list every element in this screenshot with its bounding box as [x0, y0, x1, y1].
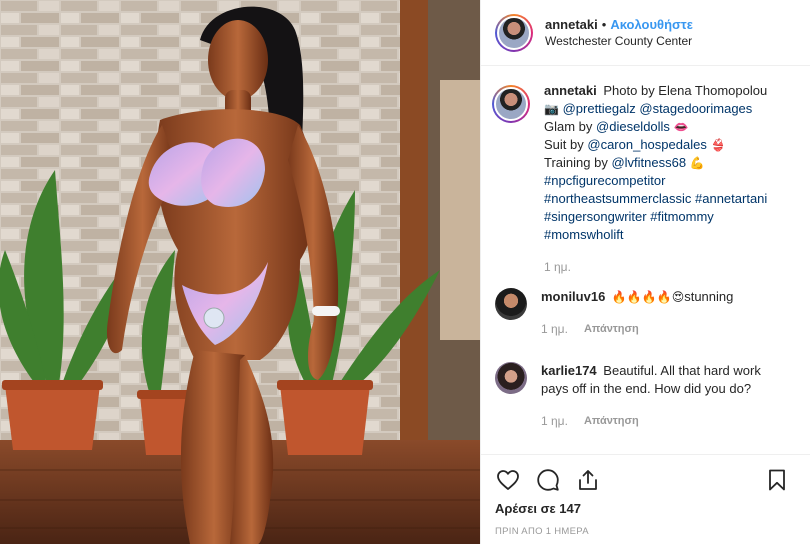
author-avatar[interactable]: [495, 13, 533, 52]
hashtag-link[interactable]: #northeastsummerclassic: [544, 191, 691, 206]
avatar-image: [497, 15, 531, 50]
caption-age[interactable]: 1 ημ.: [544, 258, 571, 276]
caption-meta: 1 ημ.: [544, 258, 794, 276]
camera-emoji-icon: 📷: [544, 102, 559, 116]
post-header: annetaki • Ακολουθήστε Westchester County …: [481, 0, 810, 66]
comment-text: stunning: [684, 289, 734, 304]
reply-button[interactable]: Απάντηση: [584, 412, 639, 430]
hashtag-link[interactable]: #momswholift: [544, 227, 623, 242]
reply-button[interactable]: Απάντηση: [584, 320, 639, 338]
share-icon[interactable]: [575, 467, 601, 493]
comment-meta: 1 ημ. Απάντηση: [541, 412, 791, 430]
training-tag-link[interactable]: @lvfitness68: [611, 155, 686, 170]
caption-body: annetaki Photo by Elena Thomopolou 📷 @pr…: [544, 82, 794, 276]
location-link[interactable]: Westchester County Center: [545, 33, 693, 50]
hashtag-link[interactable]: #singersongwriter: [544, 209, 647, 224]
photo-tags-link[interactable]: @prettiegalz @stagedoorimages: [563, 101, 753, 116]
commenter-avatar[interactable]: [495, 362, 527, 394]
author-username[interactable]: annetaki: [545, 17, 598, 32]
comment-username[interactable]: karlie174: [541, 363, 597, 378]
comment-username[interactable]: moniluv16: [541, 289, 605, 304]
post-sidebar: annetaki • Ακολουθήστε Westchester County …: [480, 0, 810, 544]
comment-body: moniluv16 🔥🔥🔥🔥😍stunning 1 ημ. Απάντηση: [541, 288, 791, 338]
post-timestamp[interactable]: ΠΡΙΝ ΑΠΟ 1 ΗΜΕΡΑ: [495, 526, 796, 537]
comment-meta: 1 ημ. Απάντηση: [541, 320, 791, 338]
header-text: annetaki • Ακολουθήστε Westchester County …: [545, 16, 693, 50]
avatar-image: [494, 87, 528, 121]
separator-dot: •: [601, 16, 607, 32]
glam-tag-link[interactable]: @dieseldolls: [596, 119, 670, 134]
bikini-emoji-icon: 👙: [710, 138, 726, 152]
muscle-emoji-icon: 💪: [689, 156, 705, 170]
follow-button[interactable]: Ακολουθήστε: [610, 17, 693, 32]
comments-list[interactable]: annetaki Photo by Elena Thomopolou 📷 @pr…: [481, 66, 810, 454]
training-prefix: Training by: [544, 155, 608, 170]
glam-prefix: Glam by: [544, 119, 593, 134]
suit-prefix: Suit by: [544, 137, 584, 152]
comment-item: karlie174 Beautiful. All that hard work …: [495, 362, 796, 430]
comment-body: karlie174 Beautiful. All that hard work …: [541, 362, 791, 430]
suit-tag-link[interactable]: @caron_hospedales: [587, 137, 706, 152]
bookmark-icon[interactable]: [764, 467, 790, 493]
action-icons: [495, 465, 796, 495]
comment-icon[interactable]: [535, 467, 561, 493]
caption-avatar[interactable]: [492, 85, 530, 123]
commenter-avatar[interactable]: [495, 288, 527, 320]
hashtag-link[interactable]: #annetartani: [695, 191, 767, 206]
caption-line1: Photo by Elena Thomopolou: [603, 83, 768, 98]
comment-age[interactable]: 1 ημ.: [541, 412, 568, 430]
caption: annetaki Photo by Elena Thomopolou 📷 @pr…: [492, 82, 796, 276]
hashtag-link[interactable]: #fitmommy: [650, 209, 714, 224]
heart-icon[interactable]: [495, 467, 521, 493]
caption-username[interactable]: annetaki: [544, 83, 597, 98]
likes-count[interactable]: Αρέσει σε 147: [495, 501, 796, 516]
post-photo[interactable]: [0, 0, 480, 544]
fire-emojis-icon: 🔥🔥🔥🔥😍: [611, 290, 685, 304]
post-actions: Αρέσει σε 147 ΠΡΙΝ ΑΠΟ 1 ΗΜΕΡΑ: [481, 454, 810, 544]
comment-age[interactable]: 1 ημ.: [541, 320, 568, 338]
lips-emoji-icon: 👄: [673, 120, 689, 134]
hashtag-link[interactable]: #npcfigurecompetitor: [544, 173, 665, 188]
comment-item: moniluv16 🔥🔥🔥🔥😍stunning 1 ημ. Απάντηση: [495, 288, 796, 338]
